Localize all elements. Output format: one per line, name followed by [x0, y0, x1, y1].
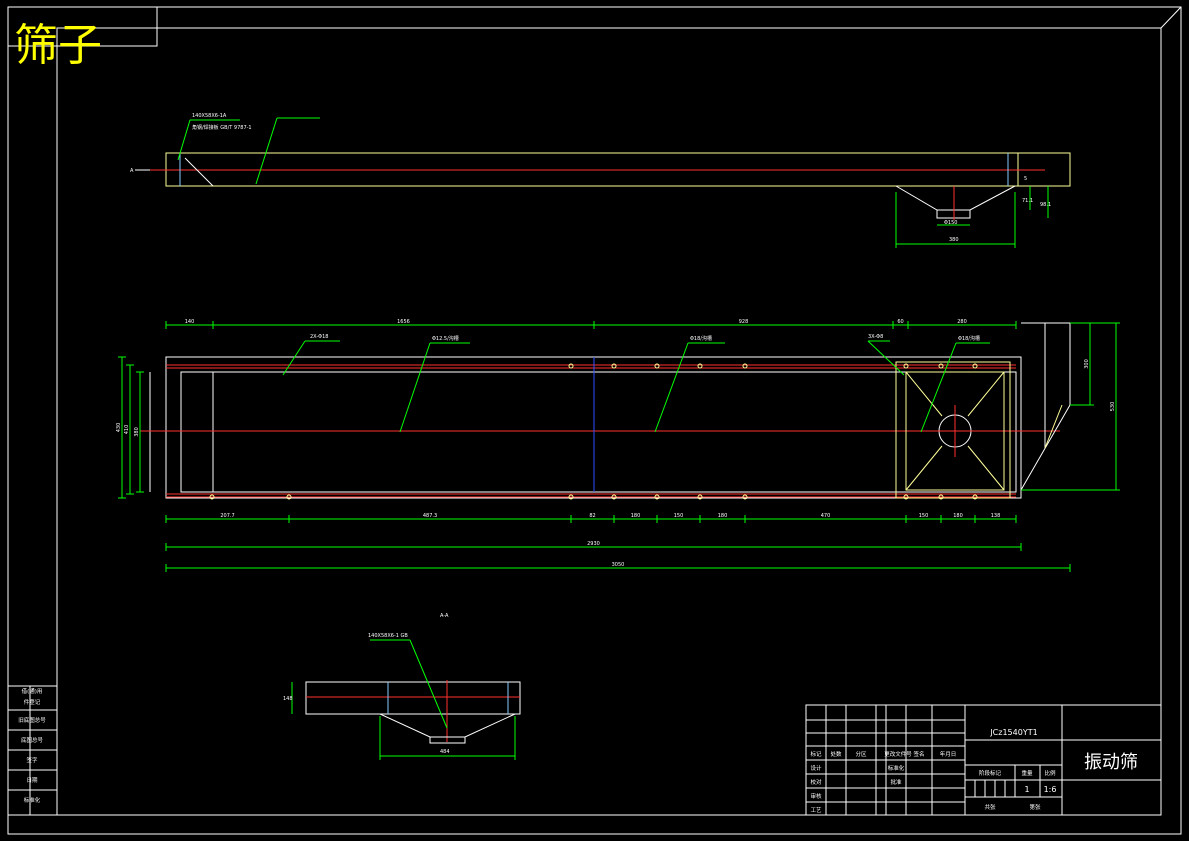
top-callout-1: 140X58X6-1A: [192, 113, 227, 119]
section-title: A-A: [440, 613, 449, 619]
plan-top-dim: 1656: [397, 319, 410, 325]
plan-top-dim: 140: [185, 319, 195, 325]
top-callout-2: 角钢/焊接板 GB/T 9787-1: [192, 124, 252, 131]
title-block-header: 签名: [913, 750, 924, 758]
plan-top-dim: 60: [897, 319, 903, 325]
sidebar-label: 旧底图总号: [18, 716, 46, 724]
plan-callout-text: Φ18/沟槽: [690, 335, 712, 342]
title-block: 标记 处数 分区 更改文件号 签名 年月日设计校对审核工艺 标准化批准 JCz1540YT1 振…: [805, 704, 1162, 816]
title-block-mid-label: 标准化: [888, 764, 905, 772]
plan-callout-leader: [654, 342, 689, 433]
plan-callout-leader: [399, 342, 431, 433]
plan-right-dim: 530: [1110, 402, 1116, 412]
section-dim-label-484: 484: [440, 749, 450, 755]
title-block-header: 处数: [830, 750, 842, 758]
title-block-header: 更改文件号: [884, 750, 912, 758]
top-right-frame-line: [1160, 6, 1182, 29]
stage-header: 比例: [1044, 769, 1056, 777]
callout-leader-1: [177, 119, 191, 161]
drawing-title: 筛子: [14, 20, 102, 71]
plan-bottom-dim: 180: [631, 513, 641, 519]
plan-callout-text: 3X-Φ8: [868, 334, 883, 340]
drawing-canvas: 筛子 借(通)用件登记旧底图总号底图总号签字日期标准化 140X58X6-1A …: [7, 6, 1182, 835]
plan-callout-leader: [920, 342, 957, 433]
elev-dim-label-71: 71.1: [1022, 198, 1033, 204]
plan-top-dim: 280: [957, 319, 967, 325]
plan-callout-leader: [282, 340, 306, 376]
title-block-mid-label: 批准: [890, 778, 902, 786]
drawing-number: JCz1540YT1: [989, 728, 1037, 737]
elevation-slope: [184, 157, 214, 187]
title-block-row-label: 工艺: [810, 807, 822, 814]
plan-callout-text: Φ18/沟槽: [958, 335, 980, 342]
part-name: 振动筛: [1084, 752, 1138, 773]
sheet-footer: 第张: [1029, 803, 1041, 811]
plan-bottom-dim: 470: [821, 513, 831, 519]
left-sidebar: 借(通)用件登记旧底图总号底图总号签字日期标准化: [7, 685, 58, 816]
plan-callout-text: Φ12.5/沟槽: [432, 335, 459, 342]
title-block-row-label: 校对: [810, 778, 822, 786]
sidebar-label: 底图总号: [21, 736, 44, 744]
plan-bottom-dim: 487.3: [423, 513, 437, 519]
gusset-2: [967, 371, 1005, 417]
section-callout: 140X58X6-1 GB: [368, 633, 408, 639]
title-block-row-label: 设计: [810, 764, 822, 772]
elev-dim-label-98: 98.1: [1040, 202, 1051, 208]
sheet-footer: 共张: [984, 803, 996, 811]
gusset-3: [905, 445, 943, 491]
stage-header: 重量: [1021, 769, 1033, 777]
plan-bottom-dim: 150: [674, 513, 684, 519]
plan-bottom-dim: 138: [991, 513, 1001, 519]
sidebar-label: 签字: [26, 756, 38, 764]
plan-right-dim: 300: [1084, 359, 1090, 369]
plan-callout-text: 2X-Φ18: [310, 334, 328, 340]
title-block-header: 分区: [855, 750, 867, 758]
sidebar-label: 借(通)用: [22, 687, 43, 695]
gusset-4: [967, 445, 1005, 491]
sidebar-label: 件登记: [24, 698, 41, 706]
sidebar-label: 标准化: [24, 796, 41, 804]
plan-bottom-dim: 180: [953, 513, 963, 519]
elevation-view: [135, 117, 1071, 248]
inner-border: [56, 27, 1162, 816]
plan-bottom-dim: 180: [718, 513, 728, 519]
elev-dim-label-380: 380: [949, 237, 959, 243]
title-block-header: 年月日: [940, 750, 957, 758]
scale: 1:6: [1044, 785, 1057, 794]
gusset-1: [905, 371, 943, 417]
plan-callout-leader: [867, 340, 905, 376]
plan-inner: [180, 371, 1017, 493]
section-dim-label-148: 148: [283, 696, 293, 702]
stage-header: 阶段标记: [979, 769, 1002, 777]
plan-bottom-dim: 82: [589, 513, 595, 519]
plan-left-dim: 380: [134, 427, 140, 437]
callout-leader-2: [255, 117, 278, 185]
section-marker: A: [130, 168, 134, 174]
chute-slope: [1044, 404, 1063, 449]
hopper-outline: [895, 185, 1016, 211]
plan-top-dim: 928: [739, 319, 749, 325]
plan-left-dim: 430: [116, 423, 122, 433]
plan-bottom-dim: 150: [919, 513, 929, 519]
elev-dim-label-phi: Φ150: [944, 220, 957, 226]
section-view: [291, 639, 521, 760]
section-body: [305, 681, 521, 715]
quantity: 1: [1024, 785, 1029, 794]
plan-overall-dim: 2930: [587, 541, 600, 547]
title-block-header: 标记: [810, 750, 822, 758]
outlet-plate: [895, 361, 1011, 499]
plan-left-dim: 410: [124, 425, 130, 435]
sidebar-label: 日期: [26, 777, 38, 784]
plan-view: [140, 322, 1071, 499]
plan-bottom-dim: 207.7: [220, 513, 234, 519]
section-leader: [409, 639, 448, 729]
plan-overall-dim: 3050: [612, 562, 625, 568]
title-block-row-label: 审核: [810, 792, 822, 800]
elev-dim-label-5: 5: [1024, 176, 1027, 182]
